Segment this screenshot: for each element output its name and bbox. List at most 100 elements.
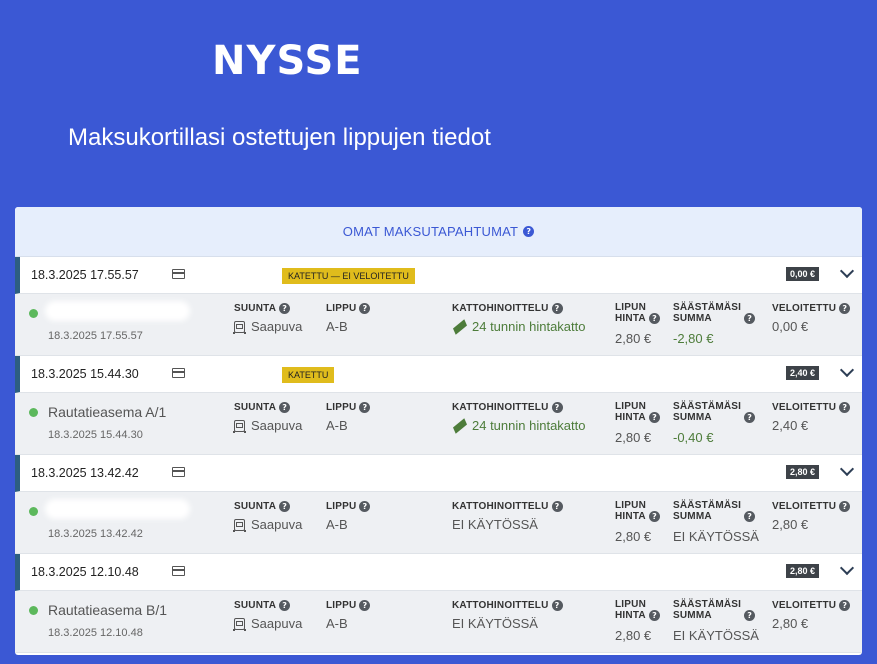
transactions-panel: OMAT MAKSUTAPAHTUMAT ? 18.3.2025 17.55.5… <box>15 207 862 655</box>
question-circle-icon[interactable]: ? <box>839 501 851 512</box>
ticket-price-label-text: LIPUN HINTA <box>615 599 646 621</box>
amount-badge: 2,80 € <box>786 564 820 578</box>
question-circle-icon[interactable]: ? <box>839 600 851 611</box>
ticket-price-value: 2,80 € <box>615 628 652 643</box>
amount-badge: 0,00 € <box>786 267 820 281</box>
transaction-summary-row[interactable]: 18.3.2025 13.42.42 2,80 € <box>15 455 862 492</box>
question-circle-icon[interactable]: ? <box>359 501 371 512</box>
ticket-value: A-B <box>326 616 348 631</box>
chevron-down-icon[interactable] <box>839 560 855 576</box>
stop-name: Rautatieasema A/1 <box>48 404 167 420</box>
question-circle-icon[interactable]: ? <box>649 511 660 522</box>
question-circle-icon[interactable]: ? <box>551 303 563 314</box>
ticket-price-label-text: LIPUN HINTA <box>615 500 646 522</box>
price-cap-label-text: KATTOHINOITTELU <box>452 501 549 512</box>
page-title: Maksukortillasi ostettujen lippujen tied… <box>68 124 491 151</box>
question-circle-icon[interactable]: ? <box>744 313 756 324</box>
detail-datetime: 18.3.2025 15.44.30 <box>48 429 143 441</box>
savings-label: SÄÄSTÄMÄSI SUMMA? <box>673 599 756 621</box>
savings-label-text: SÄÄSTÄMÄSI SUMMA <box>673 302 741 324</box>
chevron-down-icon[interactable] <box>839 263 855 279</box>
price-cap-value: 24 tunnin hintakatto <box>452 417 585 434</box>
question-circle-icon[interactable]: ? <box>359 600 371 611</box>
credit-card-icon <box>172 566 185 576</box>
question-circle-icon[interactable]: ? <box>839 303 851 314</box>
credit-card-icon <box>172 269 185 279</box>
charged-label-text: VELOITETTU <box>772 303 837 314</box>
savings-label-line2: SUMMA <box>673 412 712 423</box>
question-circle-icon[interactable]: ? <box>551 501 563 512</box>
price-cap-value: 24 tunnin hintakatto <box>452 318 586 335</box>
direction-label-text: SUUNTA <box>234 402 277 413</box>
question-circle-icon[interactable]: ? <box>359 303 371 314</box>
transaction-item: 18.3.2025 17.55.57 KATETTU — EI VELOITETT… <box>15 257 862 356</box>
direction-value: Saapuva <box>233 616 302 631</box>
ticket-icon <box>452 417 468 434</box>
price-cap-label-text: KATTOHINOITTELU <box>452 600 549 611</box>
question-circle-icon[interactable]: ? <box>279 303 291 314</box>
question-circle-icon[interactable]: ? <box>744 412 756 423</box>
ticket-price-label: LIPUN HINTA? <box>615 599 660 621</box>
ticket-price-label-line2: HINTA <box>615 412 646 423</box>
question-circle-icon[interactable]: ? <box>551 600 563 611</box>
price-cap-label-text: KATTOHINOITTELU <box>452 303 549 314</box>
price-cap-label: KATTOHINOITTELU? <box>452 303 563 314</box>
price-cap-text: 24 tunnin hintakatto <box>472 319 586 334</box>
transaction-datetime: 18.3.2025 15.44.30 <box>31 367 139 381</box>
panel-title: OMAT MAKSUTAPAHTUMAT <box>342 224 519 239</box>
ticket-price-label-line1: LIPUN <box>615 401 646 412</box>
ticket-price-label-text: LIPUN HINTA <box>615 302 646 324</box>
ticket-price-label-line1: LIPUN <box>615 302 646 313</box>
ticket-icon <box>452 318 468 335</box>
charged-label: VELOITETTU? <box>772 303 851 314</box>
savings-value: -0,40 € <box>673 430 714 445</box>
transaction-list: 18.3.2025 17.55.57 KATETTU — EI VELOITETT… <box>15 257 862 653</box>
question-circle-icon[interactable]: ? <box>744 610 756 621</box>
question-circle-icon[interactable]: ? <box>744 511 756 522</box>
transaction-summary-row[interactable]: 18.3.2025 15.44.30 KATETTU 2,40 € <box>15 356 862 393</box>
savings-label-line2: SUMMA <box>673 511 712 522</box>
chevron-down-icon[interactable] <box>839 461 855 477</box>
direction-label-text: SUUNTA <box>234 501 277 512</box>
ticket-label-text: LIPPU <box>326 501 357 512</box>
question-circle-icon[interactable]: ? <box>649 412 660 423</box>
detail-datetime: 18.3.2025 17.55.57 <box>48 330 143 342</box>
ticket-label-text: LIPPU <box>326 303 357 314</box>
transaction-detail: 18.3.2025 17.55.57 SUUNTA? Saapuva LIPPU? A-… <box>15 294 862 356</box>
transaction-summary-row[interactable]: 18.3.2025 12.10.48 2,80 € <box>15 554 862 591</box>
question-circle-icon[interactable]: ? <box>279 501 291 512</box>
transaction-item: 18.3.2025 15.44.30 KATETTU 2,40 € Rautatiea… <box>15 356 862 455</box>
question-circle-icon[interactable]: ? <box>279 402 291 413</box>
question-circle-icon[interactable]: ? <box>649 313 660 324</box>
question-circle-icon[interactable]: ? <box>523 226 535 237</box>
direction-label: SUUNTA? <box>234 303 291 314</box>
amount-badge: 2,80 € <box>786 465 820 479</box>
chevron-down-icon[interactable] <box>839 362 855 378</box>
ticket-value: A-B <box>326 517 348 532</box>
transaction-summary-row[interactable]: 18.3.2025 17.55.57 KATETTU — EI VELOITETT… <box>15 257 862 294</box>
question-circle-icon[interactable]: ? <box>551 402 563 413</box>
ticket-label-text: LIPPU <box>326 402 357 413</box>
savings-value: EI KÄYTÖSSÄ <box>673 529 759 544</box>
bus-icon <box>233 419 246 433</box>
ticket-price-label-line2: HINTA <box>615 610 646 621</box>
question-circle-icon[interactable]: ? <box>839 402 851 413</box>
credit-card-icon <box>172 368 185 378</box>
question-circle-icon[interactable]: ? <box>649 610 660 621</box>
direction-text: Saapuva <box>251 319 303 334</box>
status-badge: KATETTU <box>282 367 335 383</box>
charged-value: 2,80 € <box>772 616 809 631</box>
transaction-datetime: 18.3.2025 12.10.48 <box>31 565 139 579</box>
ticket-price-label: LIPUN HINTA? <box>615 500 660 522</box>
transaction-item: 18.3.2025 13.42.42 2,80 €18.3.2025 13.42.… <box>15 455 862 554</box>
question-circle-icon[interactable]: ? <box>359 402 371 413</box>
charged-value: 0,00 € <box>772 319 809 334</box>
savings-label-text: SÄÄSTÄMÄSI SUMMA <box>673 401 741 423</box>
charged-label: VELOITETTU? <box>772 501 851 512</box>
charged-label-text: VELOITETTU <box>772 501 837 512</box>
stop-name: Rautatieasema B/1 <box>48 602 168 618</box>
question-circle-icon[interactable]: ? <box>279 600 291 611</box>
panel-header: OMAT MAKSUTAPAHTUMAT ? <box>15 207 862 257</box>
direction-label-text: SUUNTA <box>234 303 277 314</box>
savings-label: SÄÄSTÄMÄSI SUMMA? <box>673 401 756 423</box>
